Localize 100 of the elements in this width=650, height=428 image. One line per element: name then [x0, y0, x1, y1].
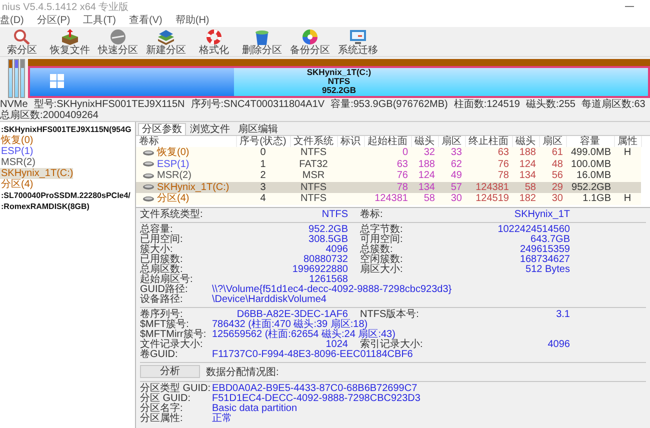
table-cell: 63 [396, 158, 408, 170]
drive-icon [143, 196, 154, 202]
column-header[interactable]: 终止柱面 [465, 136, 512, 147]
analyze-button[interactable]: 分析 [140, 365, 200, 378]
column-header[interactable]: 起始柱面 [364, 136, 411, 147]
column-header[interactable]: 磁头 [411, 136, 438, 147]
table-cell: 32 [424, 147, 435, 158]
field-value: 80880732 [302, 254, 348, 264]
tab[interactable]: 浏览文件 [186, 123, 234, 135]
table-cell: 76 [498, 158, 509, 170]
table-cell: 58 [424, 193, 435, 204]
table-row[interactable]: ESP(1) 1 FAT32 63 188 62 76 124 48 100.0MB [136, 158, 641, 170]
toolbar-button[interactable]: 删除分区 [240, 29, 284, 56]
toolbar-button[interactable]: 快速分区 [96, 29, 140, 56]
column-header[interactable]: 文件系统 [290, 136, 337, 147]
column-header[interactable]: 磁头 [512, 136, 539, 147]
field-value: 1996922880 [291, 264, 348, 274]
toolbar-button[interactable]: 恢复文件 [48, 29, 92, 56]
layers-icon [157, 29, 175, 45]
table-cell: 33 [450, 147, 462, 158]
chart-label: 数据分配情况图: [206, 366, 279, 378]
menu-item[interactable]: 帮助(H) [175, 13, 210, 27]
table-cell: 56 [552, 170, 563, 182]
table-cell: 4 [260, 193, 266, 204]
menu-item[interactable]: 工具(T) [83, 13, 116, 27]
column-header[interactable]: 扇区 [539, 136, 566, 147]
column-header[interactable]: 序号(状态) [236, 136, 290, 147]
menu-item[interactable]: 查看(V) [129, 13, 162, 27]
column-header[interactable]: 卷标 [136, 136, 236, 147]
toolbar-button[interactable]: 备份分区 [288, 29, 332, 56]
table-row[interactable]: SKHynix_1T(C:) 3 NTFS 78 134 57 124381 58 29 952.2GB [136, 182, 641, 193]
field-value: 952.2GB [308, 224, 348, 234]
partition-size: 952.2GB [322, 86, 356, 94]
table-cell: 分区(4) [157, 193, 190, 204]
drive-icon [143, 184, 154, 190]
field-label: GUID路径: [140, 284, 189, 294]
toolbar-button[interactable]: 系统迁移 [336, 29, 380, 56]
field-label: 簇大小: [140, 244, 173, 254]
field-label: 已用簇数: [140, 254, 184, 264]
column-header[interactable]: 扇区 [438, 136, 465, 147]
tab[interactable]: 分区参数 [138, 123, 186, 135]
field-value: 125659562 (柱面:62654 磁头:24 扇区:43) [212, 330, 396, 340]
field-label: 文件记录大小: [140, 340, 204, 350]
lifebuoy-icon [205, 29, 223, 45]
field-value: F51D1EC4-DECC-4092-9888-7298CBC923D3 [212, 394, 422, 404]
tree-item[interactable]: :SKHynixHFS001TEJ9X115N(954G [0, 124, 135, 135]
field-label: 卷标: [360, 210, 384, 220]
menu-item[interactable]: 盘(D) [0, 13, 24, 27]
table-cell: 124381 [374, 193, 408, 204]
toolbar-button[interactable]: 格式化 [192, 29, 236, 56]
toolbar-button[interactable]: 索分区 [0, 29, 44, 56]
table-cell: H [624, 193, 632, 204]
table-cell: NTFS [300, 193, 327, 204]
partition-block[interactable] [14, 59, 19, 98]
table-row[interactable]: MSR(2) 2 MSR 76 124 49 78 134 56 16.0MB [136, 170, 641, 182]
table-cell: 30 [450, 193, 462, 204]
partition-block[interactable]: SKHynix_1T(C:) NTFS 952.2GB [28, 66, 650, 98]
table-cell: 134 [418, 182, 435, 193]
drive-icon [143, 150, 154, 156]
field-value: SKHynix_1T [513, 210, 570, 220]
partition-block[interactable] [20, 59, 25, 98]
tree-item[interactable]: ESP(1) [0, 146, 34, 157]
table-cell: 58 [524, 182, 536, 193]
field-value: 249615359 [518, 244, 570, 254]
field-label: 总容量: [140, 224, 173, 234]
search-icon [13, 29, 31, 45]
tree-item[interactable]: MSR(2) [0, 157, 36, 168]
field-value: 4096 [546, 340, 570, 350]
table-cell: NTFS [300, 147, 327, 158]
field-label: 已用空间: [140, 234, 184, 244]
table-cell: 499.0MB [570, 147, 611, 158]
partition-name: SKHynix_1T(C:) [306, 68, 372, 77]
menu-item[interactable]: 分区(P) [36, 13, 70, 27]
tree-item[interactable]: 恢复(0) [0, 135, 34, 146]
field-value: \\?\Volume{f51d1ec4-decc-4092-9888-7298cbc923d3} [212, 284, 453, 294]
tree-item[interactable]: :SL700040ProSSDM.22280sPCIe4/ [0, 190, 135, 201]
table-row[interactable]: 分区(4) 4 NTFS 124381 58 30 124519 182 30 1.1GB H [136, 193, 641, 204]
table-cell: 0 [402, 147, 408, 158]
tree-item[interactable]: 分区(4) [0, 179, 34, 190]
partition-block[interactable] [8, 59, 13, 98]
tab[interactable]: 扇区编辑 [234, 123, 282, 135]
field-label: 卷序列号: [140, 310, 183, 320]
table-row[interactable]: 恢复(0) 0 NTFS 0 32 33 63 188 61 499.0MB H [136, 147, 641, 158]
field-label: 分区名字: [140, 404, 184, 414]
field-label: $MFT簇号: [140, 320, 189, 330]
field-label: 分区 GUID: [140, 394, 192, 404]
tree-item[interactable]: :RomexRAMDISK(8GB) [0, 201, 135, 212]
table-cell: ESP(1) [157, 158, 190, 170]
column-header[interactable]: 标识 [337, 136, 364, 147]
field-label: 总扇区数: [140, 264, 183, 274]
disk-info-text: 总扇区数:2000409264 [0, 110, 98, 121]
table-cell: 952.2GB [572, 182, 611, 193]
table-cell: 30 [552, 193, 563, 204]
toolbar-button[interactable]: 新建分区 [144, 29, 188, 56]
table-cell: 76 [396, 170, 408, 182]
field-label: 设备路径: [140, 294, 184, 304]
column-header[interactable]: 容量 [566, 136, 614, 147]
field-value: 308.5GB [308, 234, 348, 244]
column-header[interactable]: 属性 [614, 136, 641, 147]
monitor-icon [349, 29, 367, 45]
